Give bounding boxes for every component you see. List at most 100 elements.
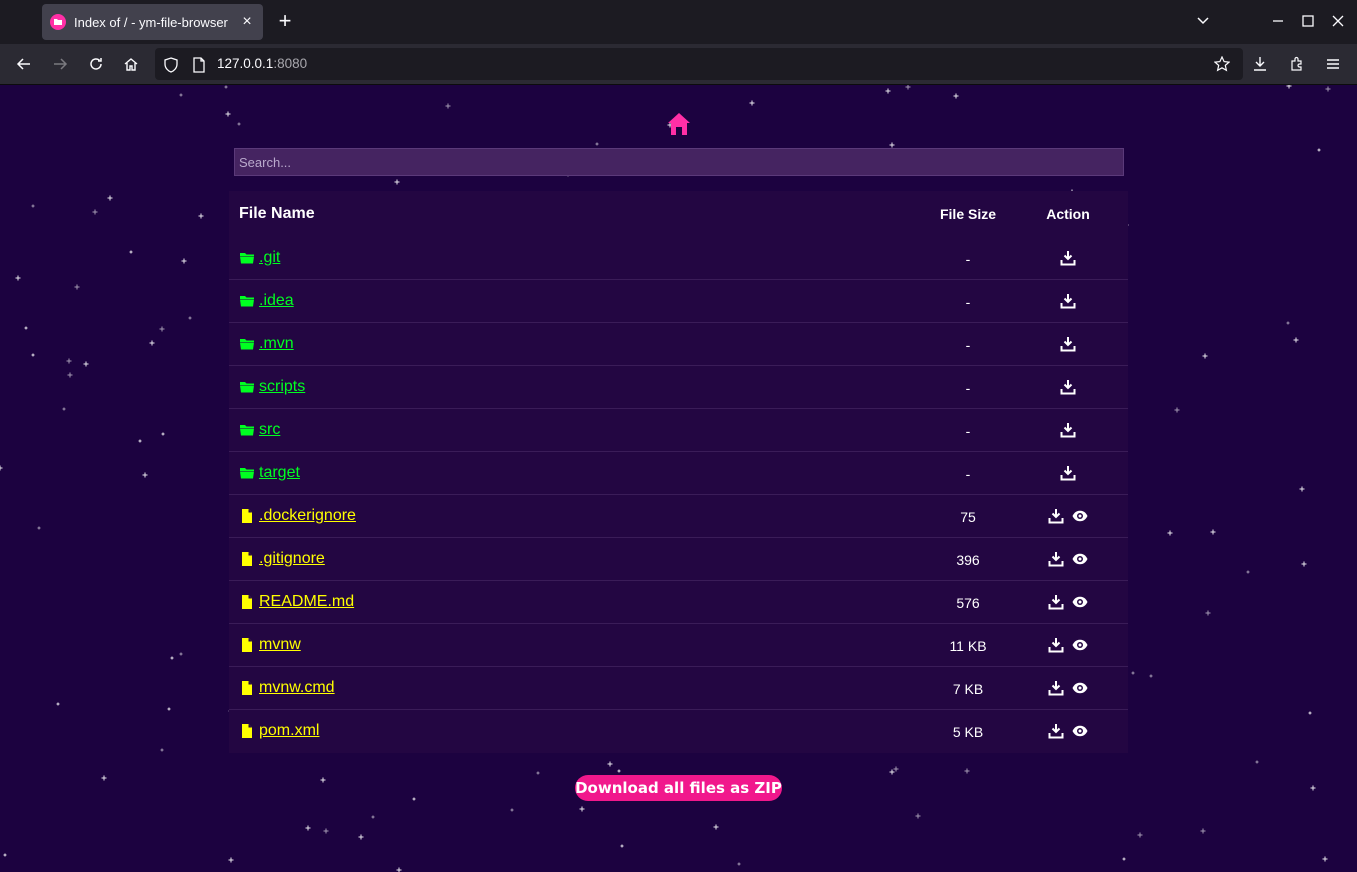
download-icon[interactable] <box>1060 421 1076 439</box>
file-link[interactable]: README.md <box>259 593 354 611</box>
preview-eye-icon[interactable] <box>1072 636 1088 654</box>
table-row: .git - <box>229 237 1128 280</box>
reload-icon[interactable] <box>87 55 105 73</box>
preview-eye-icon[interactable] <box>1072 593 1088 611</box>
forward-arrow-icon[interactable] <box>51 55 69 73</box>
bookmark-star-icon[interactable] <box>1213 55 1231 73</box>
url-port: :8080 <box>273 56 308 71</box>
folder-icon <box>239 336 255 352</box>
file-icon <box>239 551 255 567</box>
shield-icon[interactable] <box>162 56 180 74</box>
row-actions <box>1029 507 1107 525</box>
file-link[interactable]: pom.xml <box>259 722 319 740</box>
download-zip-button[interactable]: Download all files as ZIP <box>575 775 782 801</box>
column-header-name: File Name <box>239 205 315 222</box>
url-bar[interactable]: 127.0.0.1:8080 <box>155 48 1243 80</box>
download-icon[interactable] <box>1060 378 1076 396</box>
search-input[interactable] <box>234 148 1124 176</box>
preview-eye-icon[interactable] <box>1072 507 1088 525</box>
file-size: - <box>965 466 971 482</box>
download-icon[interactable] <box>1048 550 1064 568</box>
menu-icon[interactable] <box>1324 55 1342 73</box>
table-header: File Name File Size Action <box>229 191 1128 237</box>
home-link-icon[interactable] <box>666 111 692 137</box>
row-actions <box>1029 464 1107 482</box>
url-host: 127.0.0.1 <box>217 56 274 71</box>
folder-link[interactable]: scripts <box>259 378 305 396</box>
download-icon[interactable] <box>1060 335 1076 353</box>
folder-link[interactable]: src <box>259 421 280 439</box>
row-actions <box>1029 722 1107 740</box>
home-icon[interactable] <box>122 55 140 73</box>
close-window-icon[interactable] <box>1329 12 1347 30</box>
column-header-action: Action <box>1046 206 1090 222</box>
table-row: pom.xml 5 KB <box>229 710 1128 753</box>
list-all-tabs-icon[interactable] <box>1194 12 1212 30</box>
browser-nav-bar: 127.0.0.1:8080 <box>0 44 1357 85</box>
file-size: 75 <box>960 509 976 525</box>
table-row: .mvn - <box>229 323 1128 366</box>
row-actions <box>1029 550 1107 568</box>
file-size: 7 KB <box>952 681 984 697</box>
table-row: src - <box>229 409 1128 452</box>
folder-icon <box>239 465 255 481</box>
browser-tab-bar: Index of / - ym-file-browser × + <box>0 0 1357 44</box>
download-icon[interactable] <box>1048 722 1064 740</box>
file-link[interactable]: mvnw.cmd <box>259 679 335 697</box>
preview-eye-icon[interactable] <box>1072 550 1088 568</box>
file-size: 11 KB <box>949 638 987 654</box>
file-icon <box>239 508 255 524</box>
minimize-icon[interactable] <box>1269 12 1287 30</box>
folder-link[interactable]: .idea <box>259 292 294 310</box>
row-actions <box>1029 378 1107 396</box>
download-icon[interactable] <box>1048 593 1064 611</box>
download-icon[interactable] <box>1060 292 1076 310</box>
new-tab-button[interactable]: + <box>276 10 294 32</box>
download-icon[interactable] <box>1048 679 1064 697</box>
column-header-size: File Size <box>939 206 997 222</box>
file-size: 5 KB <box>952 724 984 740</box>
file-size: - <box>965 380 971 396</box>
file-link[interactable]: mvnw <box>259 636 301 654</box>
extensions-icon[interactable] <box>1288 55 1306 73</box>
folder-link[interactable]: .git <box>259 249 280 267</box>
row-actions <box>1029 679 1107 697</box>
downloads-icon[interactable] <box>1251 55 1269 73</box>
folder-icon <box>239 293 255 309</box>
download-icon[interactable] <box>1048 507 1064 525</box>
page-content: File Name File Size Action .git - .idea … <box>0 85 1357 872</box>
page-info-icon[interactable] <box>190 56 208 74</box>
row-actions <box>1029 292 1107 310</box>
table-row: README.md 576 <box>229 581 1128 624</box>
preview-eye-icon[interactable] <box>1072 679 1088 697</box>
file-table: File Name File Size Action .git - .idea … <box>229 191 1128 753</box>
file-size: - <box>965 337 971 353</box>
browser-tab[interactable]: Index of / - ym-file-browser × <box>42 4 263 40</box>
file-icon <box>239 594 255 610</box>
back-arrow-icon[interactable] <box>15 55 33 73</box>
row-actions <box>1029 335 1107 353</box>
file-link[interactable]: .dockerignore <box>259 507 356 525</box>
maximize-icon[interactable] <box>1299 12 1317 30</box>
tab-title: Index of / - ym-file-browser <box>74 14 228 30</box>
file-size: - <box>965 294 971 310</box>
download-icon[interactable] <box>1048 636 1064 654</box>
row-actions <box>1029 249 1107 267</box>
table-row: scripts - <box>229 366 1128 409</box>
preview-eye-icon[interactable] <box>1072 722 1088 740</box>
file-size: - <box>965 423 971 439</box>
row-actions <box>1029 636 1107 654</box>
download-icon[interactable] <box>1060 249 1076 267</box>
folder-link[interactable]: target <box>259 464 300 482</box>
file-icon <box>239 680 255 696</box>
table-body: .git - .idea - .mvn - scripts - src - ta… <box>229 237 1128 753</box>
table-row: mvnw 11 KB <box>229 624 1128 667</box>
url-text: 127.0.0.1:8080 <box>217 56 307 71</box>
file-link[interactable]: .gitignore <box>259 550 325 568</box>
download-icon[interactable] <box>1060 464 1076 482</box>
file-size: 396 <box>956 552 980 568</box>
tab-close-icon[interactable]: × <box>239 13 255 30</box>
folder-link[interactable]: .mvn <box>259 335 294 353</box>
folder-icon <box>239 379 255 395</box>
row-actions <box>1029 421 1107 439</box>
